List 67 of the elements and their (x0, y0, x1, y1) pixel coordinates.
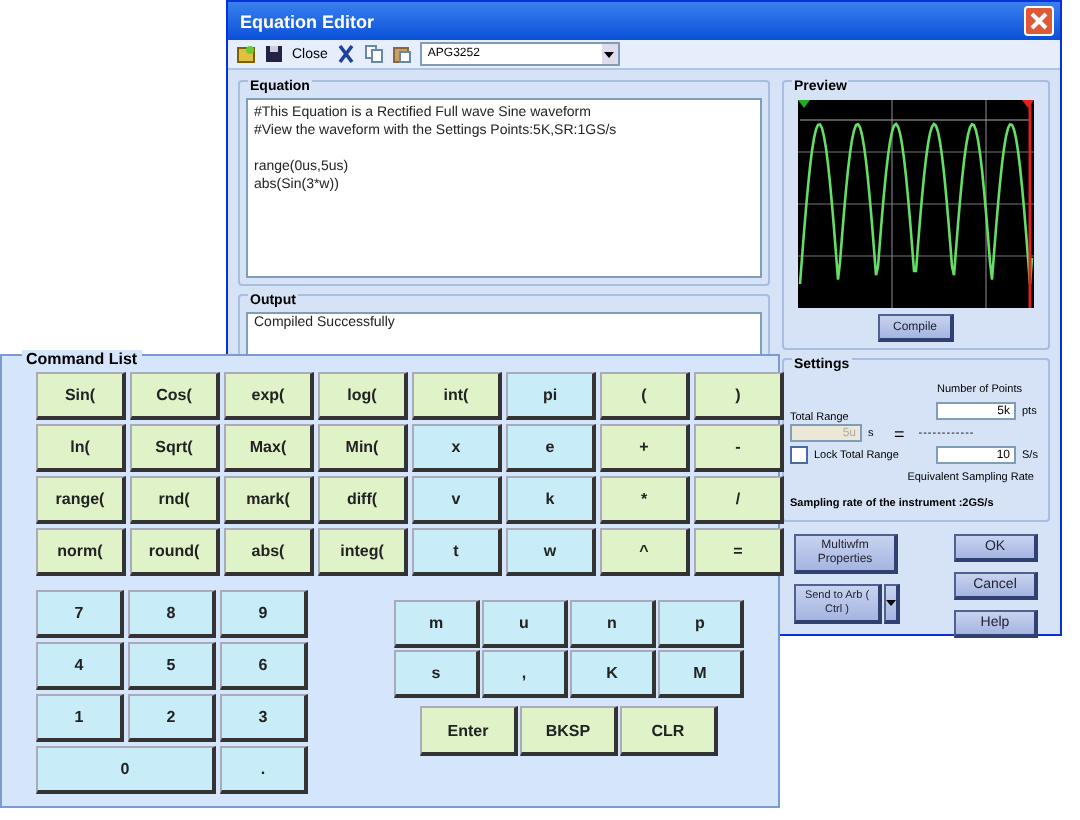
action-key[interactable]: BKSP (520, 706, 618, 756)
digit-key[interactable]: 8 (128, 590, 216, 638)
action-key[interactable]: Enter (420, 706, 518, 756)
command-key[interactable]: range( (36, 476, 126, 524)
command-key[interactable]: / (694, 476, 784, 524)
unit-key[interactable]: s (394, 650, 480, 698)
unit-key[interactable]: , (482, 650, 568, 698)
unit-key[interactable]: p (658, 600, 744, 648)
copy-icon[interactable] (363, 44, 384, 64)
panel-title: Command List (22, 350, 142, 368)
command-key[interactable]: w (506, 528, 596, 576)
unit-key[interactable]: n (570, 600, 656, 648)
command-key[interactable]: rnd( (130, 476, 220, 524)
command-key[interactable]: integ( (318, 528, 408, 576)
window-title: Equation Editor (240, 11, 374, 31)
caret-icon (604, 51, 615, 57)
command-key[interactable]: v (412, 476, 502, 524)
command-key[interactable]: Sqrt( (130, 424, 220, 472)
caret-icon (886, 600, 896, 606)
command-key[interactable]: Sin( (36, 372, 126, 420)
command-key[interactable]: exp( (224, 372, 314, 420)
equals-sign: = (894, 423, 905, 443)
command-key[interactable]: ( (600, 372, 690, 420)
unit-key[interactable]: u (482, 600, 568, 648)
command-key[interactable]: x (412, 424, 502, 472)
digit-key[interactable]: 3 (220, 694, 308, 742)
digit-key[interactable]: 9 (220, 590, 308, 638)
command-key[interactable]: e (506, 424, 596, 472)
close-button[interactable] (1024, 6, 1054, 36)
send-dropdown-button[interactable] (884, 584, 900, 624)
lock-checkbox[interactable] (790, 446, 808, 464)
command-key[interactable]: mark( (224, 476, 314, 524)
digit-key[interactable]: 0 (36, 746, 216, 794)
digit-key[interactable]: 7 (36, 590, 124, 638)
paste-icon[interactable] (391, 44, 412, 64)
unit-key[interactable]: M (658, 650, 744, 698)
digit-key[interactable]: 2 (128, 694, 216, 742)
command-key[interactable]: * (600, 476, 690, 524)
digit-key[interactable]: 1 (36, 694, 124, 742)
digit-key[interactable]: 5 (128, 642, 216, 690)
command-key[interactable]: abs( (224, 528, 314, 576)
command-key[interactable]: t (412, 528, 502, 576)
command-key[interactable]: int( (412, 372, 502, 420)
command-key[interactable]: Cos( (130, 372, 220, 420)
command-key[interactable]: norm( (36, 528, 126, 576)
command-key[interactable]: round( (130, 528, 220, 576)
command-key[interactable]: + (600, 424, 690, 472)
unit-key[interactable]: K (570, 650, 656, 698)
digit-key[interactable]: . (220, 746, 308, 794)
digit-key[interactable]: 4 (36, 642, 124, 690)
command-key[interactable]: ) (694, 372, 784, 420)
command-key[interactable]: Min( (318, 424, 408, 472)
cut-icon[interactable] (335, 44, 356, 64)
command-key[interactable]: = (694, 528, 784, 576)
command-key[interactable]: pi (506, 372, 596, 420)
command-key[interactable]: log( (318, 372, 408, 420)
command-key[interactable]: - (694, 424, 784, 472)
unit-key[interactable]: m (394, 600, 480, 648)
action-key[interactable]: CLR (620, 706, 718, 756)
digit-key[interactable]: 6 (220, 642, 308, 690)
command-key[interactable]: ln( (36, 424, 126, 472)
save-icon[interactable] (264, 44, 284, 64)
command-key[interactable]: k (506, 476, 596, 524)
command-key[interactable]: Max( (224, 424, 314, 472)
new-icon[interactable] (236, 44, 256, 64)
command-key[interactable]: diff( (318, 476, 408, 524)
command-key[interactable]: ^ (600, 528, 690, 576)
